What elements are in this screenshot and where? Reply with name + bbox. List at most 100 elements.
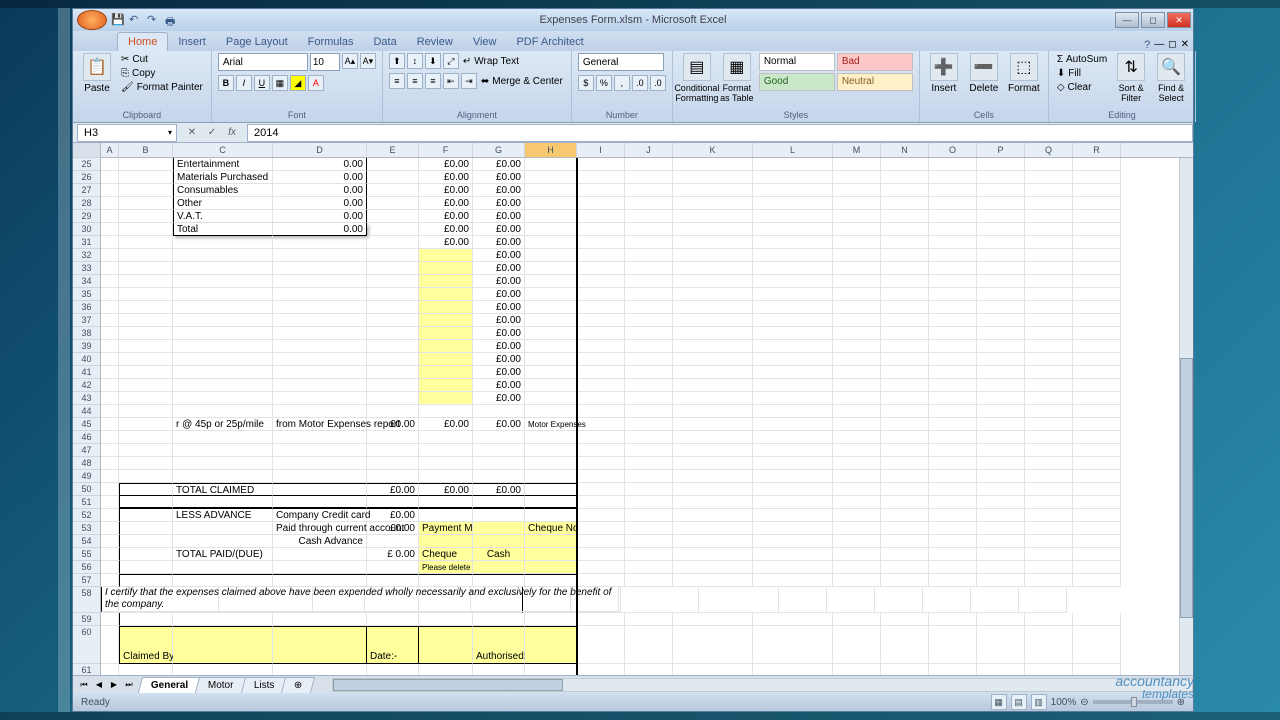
sheet-tab-new[interactable]: ⊕	[281, 677, 316, 693]
bold-icon[interactable]: B	[218, 75, 234, 91]
doc-close-icon[interactable]: ✕	[1181, 39, 1189, 51]
name-box[interactable]: H3	[77, 124, 177, 142]
spreadsheet-grid[interactable]: Entertainment0.00£0.00£0.00Materials Pur…	[101, 158, 1193, 675]
minimize-button[interactable]: —	[1115, 12, 1139, 28]
editing-label: Editing	[1055, 108, 1189, 120]
fill-color-icon[interactable]: ◢	[290, 75, 306, 91]
help-icon[interactable]: ?	[1144, 39, 1150, 51]
cut-button[interactable]: ✂Cut	[119, 53, 205, 66]
style-good[interactable]: Good	[759, 73, 835, 91]
sheet-tab-general[interactable]: General	[138, 677, 202, 693]
shrink-font-icon[interactable]: A▾	[360, 53, 376, 69]
tab-next-icon[interactable]: ▶	[107, 678, 121, 692]
inc-decimal-icon[interactable]: .0	[632, 75, 648, 91]
style-bad[interactable]: Bad	[837, 53, 913, 71]
indent-inc-icon[interactable]: ⇥	[461, 73, 477, 89]
find-icon: 🔍	[1157, 53, 1185, 81]
format-as-table-button[interactable]: ▦ Format as Table	[719, 53, 755, 103]
font-color-icon[interactable]: A	[308, 75, 324, 91]
align-center-icon[interactable]: ≡	[407, 73, 423, 89]
sort-icon: ⇅	[1117, 53, 1145, 81]
format-painter-button[interactable]: 🖌Format Painter	[119, 81, 205, 94]
percent-icon[interactable]: %	[596, 75, 612, 91]
view-normal-icon[interactable]: ▦	[991, 694, 1007, 710]
sort-filter-button[interactable]: ⇅Sort & Filter	[1113, 53, 1149, 103]
eraser-icon: ◇	[1057, 82, 1065, 93]
fx-icon[interactable]: fx	[223, 125, 241, 141]
find-select-button[interactable]: 🔍Find & Select	[1153, 53, 1189, 103]
dec-decimal-icon[interactable]: .0	[650, 75, 666, 91]
zoom-out-icon[interactable]: ⊖	[1080, 697, 1088, 708]
ribbon-tabs: Home Insert Page Layout Formulas Data Re…	[73, 31, 1193, 51]
tab-view[interactable]: View	[463, 33, 507, 51]
tab-review[interactable]: Review	[407, 33, 463, 51]
tab-data[interactable]: Data	[363, 33, 406, 51]
number-format-select[interactable]	[578, 53, 664, 71]
doc-restore-icon[interactable]: ◻	[1168, 39, 1176, 51]
close-button[interactable]: ✕	[1167, 12, 1191, 28]
grow-font-icon[interactable]: A▴	[342, 53, 358, 69]
vscroll-thumb[interactable]	[1180, 358, 1193, 618]
orientation-icon[interactable]: ⤢	[443, 53, 459, 69]
paste-button[interactable]: 📋 Paste	[79, 53, 115, 94]
merge-center-button[interactable]: ⬌Merge & Center	[479, 73, 565, 89]
tab-last-icon[interactable]: ⏭	[122, 678, 136, 692]
italic-icon[interactable]: I	[236, 75, 252, 91]
zoom-level[interactable]: 100%	[1051, 697, 1077, 708]
style-neutral[interactable]: Neutral	[837, 73, 913, 91]
align-bottom-icon[interactable]: ⬇	[425, 53, 441, 69]
align-left-icon[interactable]: ≡	[389, 73, 405, 89]
doc-minimize-icon[interactable]: —	[1154, 39, 1164, 51]
view-layout-icon[interactable]: ▤	[1011, 694, 1027, 710]
font-name-select[interactable]	[218, 53, 308, 71]
style-normal[interactable]: Normal	[759, 53, 835, 71]
tab-home[interactable]: Home	[117, 32, 168, 51]
brush-icon: 🖌	[121, 82, 134, 93]
clipboard-label: Clipboard	[79, 108, 205, 120]
maximize-button[interactable]: ◻	[1141, 12, 1165, 28]
align-top-icon[interactable]: ⬆	[389, 53, 405, 69]
col-headers[interactable]: ABCDEFGHIJKLMNOPQR	[101, 143, 1193, 158]
view-break-icon[interactable]: ▥	[1031, 694, 1047, 710]
align-middle-icon[interactable]: ↕	[407, 53, 423, 69]
fill-button[interactable]: ⬇Fill	[1055, 67, 1109, 80]
indent-dec-icon[interactable]: ⇤	[443, 73, 459, 89]
insert-cells-button[interactable]: ➕Insert	[926, 53, 962, 94]
align-right-icon[interactable]: ≡	[425, 73, 441, 89]
tab-formulas[interactable]: Formulas	[298, 33, 364, 51]
save-icon[interactable]: 💾	[111, 13, 125, 27]
cancel-fx-icon[interactable]: ✕	[183, 125, 201, 141]
formula-input[interactable]	[247, 124, 1193, 142]
paste-icon: 📋	[83, 53, 111, 81]
border-icon[interactable]: ▦	[272, 75, 288, 91]
accept-fx-icon[interactable]: ✓	[203, 125, 221, 141]
vertical-scrollbar[interactable]	[1179, 158, 1193, 675]
tab-prev-icon[interactable]: ◀	[92, 678, 106, 692]
font-size-select[interactable]	[310, 53, 340, 71]
clear-button[interactable]: ◇Clear	[1055, 81, 1109, 94]
tab-page-layout[interactable]: Page Layout	[216, 33, 298, 51]
row-headers[interactable]: 2526272829303132333435363738394041424344…	[73, 143, 101, 675]
format-cells-button[interactable]: ⬚Format	[1006, 53, 1042, 94]
redo-icon[interactable]: ↷	[147, 13, 161, 27]
underline-icon[interactable]: U	[254, 75, 270, 91]
tab-first-icon[interactable]: ⏮	[77, 678, 91, 692]
office-button[interactable]	[77, 10, 107, 30]
conditional-formatting-button[interactable]: ▤ Conditional Formatting	[679, 53, 715, 103]
autosum-button[interactable]: ΣAutoSum	[1055, 53, 1109, 66]
tab-insert[interactable]: Insert	[168, 33, 216, 51]
format-icon: ⬚	[1010, 53, 1038, 81]
currency-icon[interactable]: $	[578, 75, 594, 91]
comma-icon[interactable]: ,	[614, 75, 630, 91]
number-label: Number	[578, 108, 666, 120]
horizontal-scrollbar[interactable]	[332, 678, 1193, 692]
copy-button[interactable]: ⎘Copy	[119, 67, 205, 80]
hscroll-thumb[interactable]	[333, 679, 563, 691]
undo-icon[interactable]: ↶	[129, 13, 143, 27]
print-icon[interactable]: 🖶	[165, 13, 179, 27]
delete-cells-button[interactable]: ➖Delete	[966, 53, 1002, 94]
title-bar: 💾 ↶ ↷ 🖶 Expenses Form.xlsm - Microsoft E…	[73, 9, 1193, 31]
tab-pdf-architect[interactable]: PDF Architect	[506, 33, 593, 51]
wrap-text-button[interactable]: ↵Wrap Text	[461, 53, 521, 69]
sheet-tab-motor[interactable]: Motor	[195, 677, 247, 693]
